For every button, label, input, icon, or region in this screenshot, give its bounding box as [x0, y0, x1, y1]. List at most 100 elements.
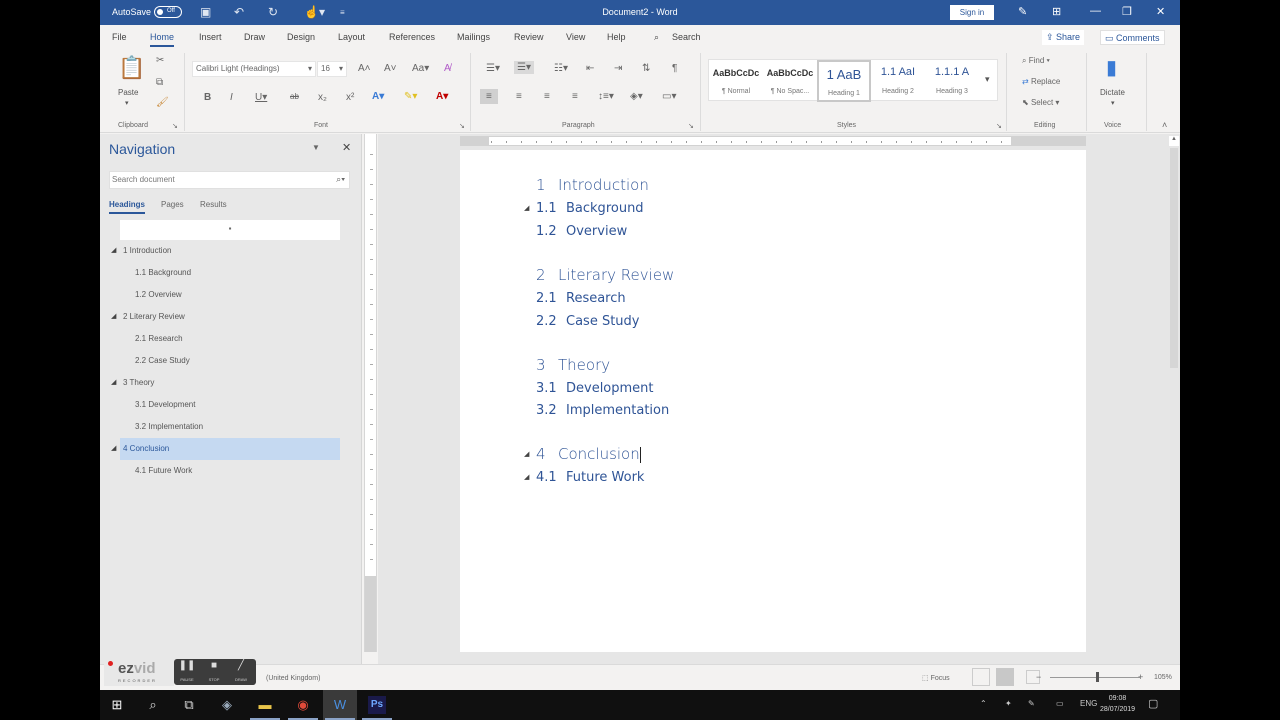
- bullets-icon[interactable]: ☰▾: [486, 63, 500, 74]
- heading-2[interactable]: 3.1 Development: [536, 381, 654, 396]
- language-status[interactable]: (United Kingdom): [266, 675, 320, 682]
- tab-layout[interactable]: Layout: [338, 32, 365, 42]
- shrink-font-icon[interactable]: A˅: [384, 63, 397, 74]
- style-normal[interactable]: AaBbCcDc ¶ Normal: [709, 60, 763, 102]
- dictate-dropdown-icon[interactable]: ▾: [1111, 99, 1115, 107]
- ribbon-display-icon[interactable]: ⊞: [1052, 5, 1061, 18]
- strikethrough-icon[interactable]: ab: [290, 92, 299, 101]
- subscript-icon[interactable]: x₂: [318, 92, 327, 103]
- chrome-icon[interactable]: ◉: [294, 696, 312, 714]
- document-page[interactable]: 1 Introduction ◢ 1.1 Background 1.2 Overvie…: [460, 150, 1086, 652]
- tab-file[interactable]: File: [112, 32, 127, 42]
- zoom-level[interactable]: 105%: [1154, 674, 1172, 681]
- start-icon[interactable]: ⊞: [108, 696, 126, 714]
- zoom-in-icon[interactable]: +: [1138, 672, 1143, 682]
- tab-mailings[interactable]: Mailings: [457, 32, 490, 42]
- decrease-indent-icon[interactable]: ⇤: [586, 63, 594, 74]
- dictate-label[interactable]: Dictate: [1100, 88, 1125, 97]
- clock[interactable]: 09:08 28/07/2019: [1100, 693, 1135, 715]
- restore-icon[interactable]: ❐: [1122, 5, 1132, 18]
- input-language[interactable]: ENG: [1080, 699, 1097, 708]
- bold-icon[interactable]: B: [204, 92, 211, 103]
- align-right-icon[interactable]: ≡: [544, 91, 550, 102]
- superscript-icon[interactable]: x²: [346, 92, 354, 103]
- cut-icon[interactable]: ✂: [156, 55, 164, 66]
- shading-icon[interactable]: ◈▾: [630, 91, 643, 102]
- heading-2[interactable]: 2.2 Case Study: [536, 314, 639, 329]
- copy-icon[interactable]: ⧉: [156, 77, 163, 88]
- close-pane-icon[interactable]: ✕: [342, 141, 351, 154]
- borders-icon[interactable]: ▭▾: [662, 91, 676, 102]
- nav-heading-item[interactable]: 3.1 Development: [135, 394, 195, 416]
- ink-icon[interactable]: ✎: [1018, 5, 1027, 18]
- format-painter-icon[interactable]: 🖌: [156, 97, 169, 108]
- zoom-slider-thumb[interactable]: [1096, 672, 1099, 682]
- pen-icon[interactable]: ✎: [1028, 699, 1035, 708]
- comments-button[interactable]: ▭ Comments: [1100, 30, 1165, 45]
- zoom-slider[interactable]: [1050, 677, 1140, 678]
- multilevel-list-icon[interactable]: ☷▾: [554, 63, 568, 74]
- heading-1[interactable]: 3 Theory: [536, 356, 610, 374]
- nav-heading-item[interactable]: 2 Literary Review: [120, 306, 340, 328]
- collapse-ribbon-icon[interactable]: ˄: [1162, 120, 1167, 130]
- pilcrow-icon[interactable]: ¶: [672, 63, 677, 74]
- underline-icon[interactable]: U▾: [255, 92, 267, 103]
- collapse-triangle-icon[interactable]: ◢: [524, 204, 529, 212]
- heading-1[interactable]: 2 Literary Review: [536, 266, 674, 284]
- nav-heading-item[interactable]: 2.1 Research: [135, 328, 183, 350]
- focus-button[interactable]: ⬚ Focus: [922, 674, 950, 682]
- grow-font-icon[interactable]: A˄: [358, 63, 371, 74]
- collapse-triangle-icon[interactable]: ◢: [111, 240, 116, 262]
- highlight-icon[interactable]: ✎▾: [404, 91, 417, 102]
- paragraph-launcher-icon[interactable]: ↘: [688, 122, 694, 130]
- heading-1[interactable]: 1 Introduction: [536, 176, 649, 194]
- heading-1[interactable]: 4 Conclusion: [536, 445, 641, 463]
- notifications-icon[interactable]: ▢: [1148, 697, 1158, 710]
- find-button[interactable]: ⌕ Find ▾: [1022, 56, 1050, 66]
- clear-formatting-icon[interactable]: A̸: [444, 63, 451, 74]
- sort-icon[interactable]: ⇅: [642, 63, 650, 74]
- select-button[interactable]: ⬉ Select ▾: [1022, 98, 1059, 107]
- tab-draw[interactable]: Draw: [244, 32, 265, 42]
- search-icon[interactable]: ⌕: [144, 696, 162, 714]
- print-layout-view-icon[interactable]: [996, 668, 1014, 686]
- nav-heading-item-selected[interactable]: 4 Conclusion: [120, 438, 340, 460]
- style-heading-3[interactable]: 1.1.1 A Heading 3: [925, 60, 979, 102]
- draw-button[interactable]: ╱ DRAW: [228, 660, 254, 684]
- change-case-icon[interactable]: Aa▾: [412, 63, 429, 74]
- align-left-icon[interactable]: ≡: [480, 89, 498, 104]
- font-color-icon[interactable]: A▾: [436, 91, 448, 102]
- stop-button[interactable]: ■ STOP: [201, 660, 227, 684]
- heading-2[interactable]: 1.1 Background: [536, 201, 644, 216]
- share-button[interactable]: ⇪ Share: [1042, 30, 1085, 45]
- collapse-all-bar[interactable]: ▪: [120, 220, 340, 240]
- scroll-thumb[interactable]: [1170, 148, 1178, 368]
- align-center-icon[interactable]: ≡: [516, 91, 522, 102]
- tab-review[interactable]: Review: [514, 32, 544, 42]
- zoom-out-icon[interactable]: −: [1036, 672, 1041, 682]
- minimize-icon[interactable]: —: [1090, 5, 1101, 17]
- style-heading-2[interactable]: 1.1 AaI Heading 2: [871, 60, 925, 102]
- style-no-spacing[interactable]: AaBbCcDc ¶ No Spac...: [763, 60, 817, 102]
- heading-2[interactable]: 3.2 Implementation: [536, 403, 669, 418]
- tab-design[interactable]: Design: [287, 32, 315, 42]
- paste-icon[interactable]: 📋: [118, 55, 145, 81]
- heading-2[interactable]: 1.2 Overview: [536, 224, 627, 239]
- search-document-input[interactable]: Search document ⌕▾: [109, 171, 350, 189]
- nav-tab-pages[interactable]: Pages: [161, 200, 184, 209]
- tab-references[interactable]: References: [389, 32, 435, 42]
- font-size-box[interactable]: 16 ▾: [317, 61, 347, 77]
- tab-view[interactable]: View: [566, 32, 585, 42]
- vertical-scrollbar[interactable]: ▲: [1168, 134, 1180, 664]
- collapse-triangle-icon[interactable]: ◢: [111, 372, 116, 394]
- text-effects-icon[interactable]: A▾: [372, 91, 384, 102]
- collapse-triangle-icon[interactable]: ◢: [111, 306, 116, 328]
- tray-app-icon[interactable]: ✦: [1005, 699, 1012, 708]
- pane-options-icon[interactable]: ▼: [312, 143, 320, 152]
- task-view-icon[interactable]: ⧉: [180, 696, 198, 714]
- clipboard-launcher-icon[interactable]: ↘: [172, 122, 178, 130]
- tray-chevron-icon[interactable]: ⌃: [980, 699, 987, 708]
- collapse-triangle-icon[interactable]: ◢: [524, 450, 529, 458]
- pause-button[interactable]: ❚❚ PAUSE: [174, 660, 200, 684]
- nav-tab-headings[interactable]: Headings: [109, 200, 146, 214]
